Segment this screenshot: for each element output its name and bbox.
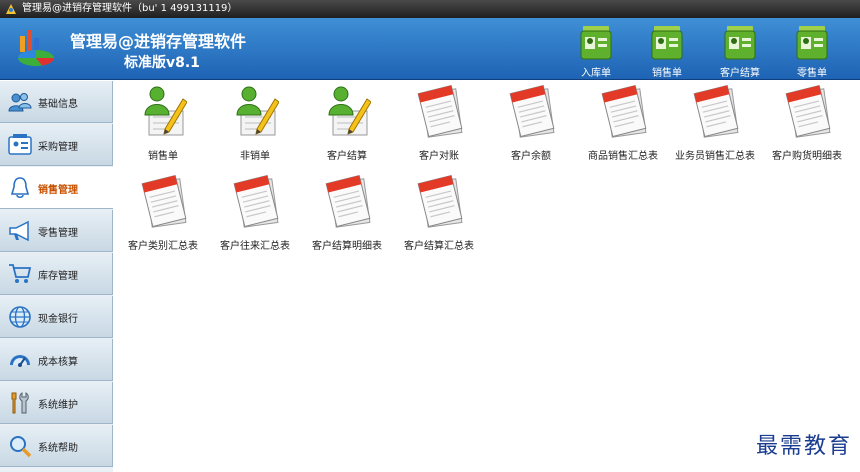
- tile-label: 销售单: [148, 151, 178, 162]
- id-card-icon: [796, 26, 828, 60]
- gauge-icon: [10, 355, 30, 367]
- app-name: 管理易@进销存管理软件: [70, 32, 247, 51]
- tile-label: 客户往来汇总表: [220, 241, 290, 252]
- globe-icon: [9, 306, 31, 328]
- tile-customer-category-summary[interactable]: 客户类别汇总表: [117, 175, 209, 259]
- person-pencil-icon: [144, 86, 187, 136]
- tile-label: 客户结算汇总表: [404, 241, 474, 252]
- tile-customer-transaction-summary[interactable]: 客户往来汇总表: [209, 175, 301, 259]
- report-icon: [325, 175, 371, 228]
- report-icon: [509, 85, 555, 138]
- sidebar-item-label: 系统维护: [38, 400, 78, 411]
- id-card-icon: [580, 26, 612, 60]
- tile-label: 客户对账: [419, 151, 459, 162]
- tile-customer-settlement[interactable]: 客户结算: [301, 85, 393, 169]
- sidebar-item-cash-bank[interactable]: 现金银行: [0, 296, 113, 338]
- sidebar-item-label: 基础信息: [38, 99, 78, 110]
- sidebar-item-label: 系统帮助: [38, 443, 78, 454]
- toolbar-button-sales-order[interactable]: 销售单: [633, 24, 701, 79]
- sidebar-item-cost-accounting[interactable]: 成本核算: [0, 339, 113, 381]
- toolbar-label: 入库单: [581, 68, 611, 79]
- toolbar-label: 零售单: [797, 68, 827, 79]
- tile-label: 客户余额: [511, 151, 551, 162]
- id-card-icon: [8, 134, 32, 155]
- toolbar-label: 客户结算: [720, 68, 760, 79]
- tile-label: 客户结算明细表: [312, 241, 382, 252]
- window-title: 管理易@进销存管理软件（bu' 1 499131119）: [22, 3, 238, 14]
- sidebar-item-sales[interactable]: 销售管理: [0, 167, 113, 209]
- tile-product-sales-summary[interactable]: 商品销售汇总表: [577, 85, 669, 169]
- tile-sales-order[interactable]: 销售单: [117, 85, 209, 169]
- report-icon: [141, 175, 187, 228]
- sidebar-item-label: 成本核算: [38, 357, 78, 368]
- id-card-icon: [651, 26, 683, 60]
- tile-label: 客户购货明细表: [772, 151, 842, 162]
- report-icon: [233, 175, 279, 228]
- tools-icon: [11, 392, 29, 414]
- title-bar: 管理易@进销存管理软件（bu' 1 499131119）: [0, 0, 860, 18]
- toolbar-button-retail-order[interactable]: 零售单: [778, 24, 846, 79]
- report-icon: [785, 85, 831, 138]
- sidebar-item-label: 零售管理: [38, 228, 78, 239]
- sidebar-item-basic-info[interactable]: 基础信息: [0, 81, 113, 123]
- sidebar-item-label: 现金银行: [38, 314, 78, 325]
- toolbar-button-customer-settlement[interactable]: 客户结算: [706, 24, 774, 79]
- app-icon: [6, 4, 16, 14]
- magnifier-icon: [10, 436, 32, 458]
- tile-salesperson-sales-summary[interactable]: 业务员销售汇总表: [669, 85, 761, 169]
- tile-customer-reconciliation[interactable]: 客户对账: [393, 85, 485, 169]
- users-icon: [8, 93, 32, 112]
- tile-non-sales-order[interactable]: 非销单: [209, 85, 301, 169]
- person-pencil-icon: [328, 86, 371, 136]
- person-pencil-icon: [236, 86, 279, 136]
- megaphone-icon: [9, 220, 29, 242]
- tile-label: 客户类别汇总表: [128, 241, 198, 252]
- sidebar-item-inventory[interactable]: 库存管理: [0, 253, 113, 295]
- tile-customer-settlement-detail[interactable]: 客户结算明细表: [301, 175, 393, 259]
- report-icon: [601, 85, 647, 138]
- bell-icon: [10, 177, 30, 199]
- report-icon: [417, 175, 463, 228]
- tile-customer-balance[interactable]: 客户余额: [485, 85, 577, 169]
- report-icon: [693, 85, 739, 138]
- sidebar-item-system-help[interactable]: 系统帮助: [0, 425, 113, 467]
- tile-customer-purchase-detail[interactable]: 客户购货明细表: [761, 85, 853, 169]
- sidebar-item-purchasing[interactable]: 采购管理: [0, 124, 113, 166]
- report-icon: [417, 85, 463, 138]
- app-header: 管理易@进销存管理软件 标准版v8.1 入库单 销售单 客户结算 零售单: [0, 18, 860, 80]
- tile-label: 业务员销售汇总表: [675, 151, 755, 162]
- pie-chart-logo-icon: [18, 30, 54, 66]
- function-panel: 销售单 非销单 客户结算 客户对账 客户余额 商品销售汇总表 业务员销售汇总表 …: [113, 81, 860, 472]
- sidebar-item-label: 销售管理: [38, 185, 78, 196]
- id-card-icon: [724, 26, 756, 60]
- sidebar-item-label: 采购管理: [38, 142, 78, 153]
- toolbar-label: 销售单: [652, 68, 682, 79]
- tile-label: 客户结算: [327, 151, 367, 162]
- watermark-text: 最需教育: [755, 434, 852, 459]
- sidebar-item-retail[interactable]: 零售管理: [0, 210, 113, 252]
- toolbar-button-stock-in[interactable]: 入库单: [562, 24, 630, 79]
- sidebar-item-label: 库存管理: [38, 271, 78, 282]
- tile-label: 商品销售汇总表: [588, 151, 658, 162]
- tile-label: 非销单: [240, 151, 270, 162]
- sidebar-item-system-maintenance[interactable]: 系统维护: [0, 382, 113, 424]
- app-version: 标准版v8.1: [124, 55, 200, 71]
- tile-customer-settlement-summary[interactable]: 客户结算汇总表: [393, 175, 485, 259]
- cart-icon: [9, 264, 32, 283]
- sidebar: 基础信息 采购管理 销售管理 零售管理 库存管理 现金银行 成本核算 系统维护 …: [0, 81, 113, 472]
